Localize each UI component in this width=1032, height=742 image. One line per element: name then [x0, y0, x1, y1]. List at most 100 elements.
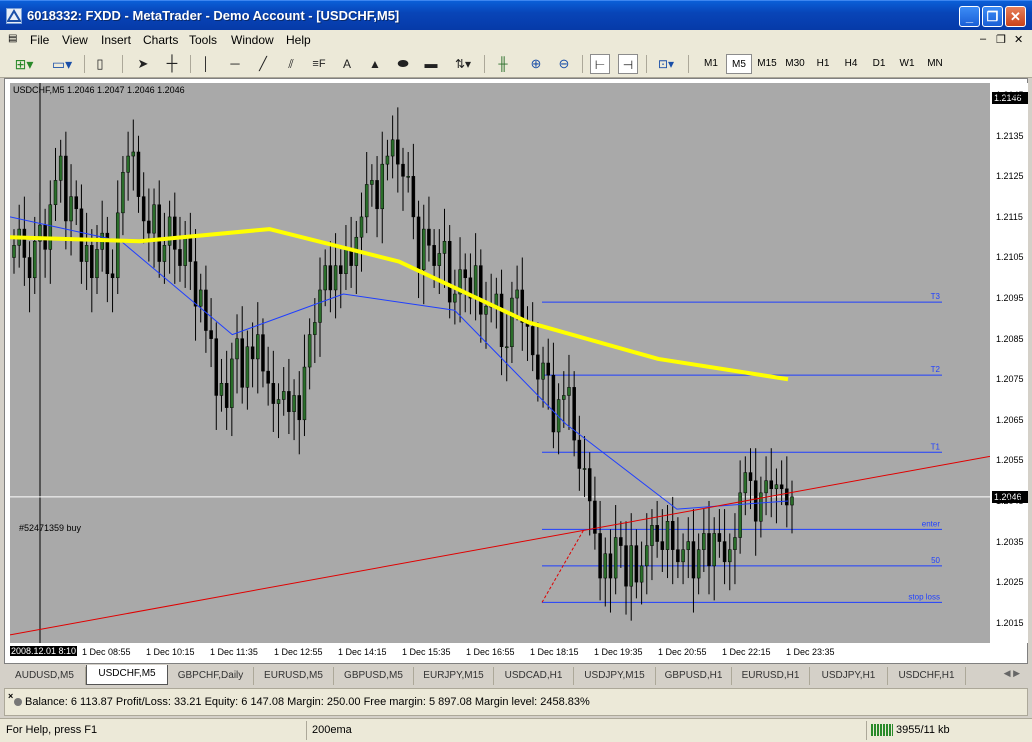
child-restore-icon[interactable]: ❐	[996, 33, 1006, 46]
tab-eurusd-m5[interactable]: EURUSD,M5	[254, 667, 334, 685]
candle-body	[188, 236, 193, 262]
menu-file[interactable]: File	[30, 33, 49, 47]
child-minimize-icon[interactable]: –	[980, 33, 986, 45]
cursor-icon[interactable]: ➤	[134, 54, 152, 74]
menu-tools[interactable]: Tools	[189, 33, 217, 47]
timeframe-h1[interactable]: H1	[810, 54, 836, 74]
timeframe-h4[interactable]: H4	[838, 54, 864, 74]
navigator-icon[interactable]: ▯	[90, 54, 110, 74]
close-button[interactable]: ✕	[1005, 6, 1026, 27]
candle-body	[48, 204, 53, 250]
indicators-icon[interactable]: ⊡▾	[652, 54, 680, 74]
ellipse-icon[interactable]: ⬬	[394, 54, 412, 74]
candle-body	[245, 346, 250, 388]
tab-scroll-arrows-icon[interactable]: ◀ ▶	[1004, 668, 1020, 679]
time-tick-label: 1 Dec 23:35	[786, 647, 835, 657]
metatrader-app-icon[interactable]	[6, 8, 22, 24]
bar-chart-icon[interactable]: ╫	[492, 54, 514, 74]
candle-body	[779, 484, 784, 490]
terminal-close-icon[interactable]: ×	[8, 691, 13, 701]
tab-eurjpy-m15[interactable]: EURJPY,M15	[414, 667, 494, 685]
candle-body	[261, 334, 265, 372]
rectangle-icon[interactable]: ▬	[422, 54, 440, 74]
document-icon[interactable]: ▤	[8, 33, 17, 44]
price-tick-label: 1.2015	[996, 617, 1024, 628]
level-label: T2	[931, 365, 941, 374]
time-axis[interactable]: 2008.12.01 8:10 1 Dec 08:55 1 Dec 10:15 1 …	[10, 643, 990, 663]
candle-body	[774, 484, 779, 490]
maximize-button[interactable]: ❐	[982, 6, 1003, 27]
candle-body	[645, 545, 649, 567]
arrows-icon[interactable]: ⇅▾	[450, 54, 476, 74]
candle-body	[769, 480, 774, 490]
candle-body	[748, 472, 753, 481]
chart-window[interactable]: T3 T2 T1 enter 50 stop loss USDCHF,M5 1.2046 …	[4, 78, 1028, 664]
price-chart[interactable]: T3 T2 T1 enter 50 stop loss	[10, 83, 990, 643]
status-profile[interactable]: 200ema	[312, 724, 352, 736]
horizontal-line-icon[interactable]: ─	[226, 54, 244, 74]
candle-body	[686, 541, 691, 550]
price-axis[interactable]: 1.2146 1.2046 1.2145 1.2135 1.2125 1.2115 1.…	[990, 83, 1028, 643]
tab-usdjpy-m15[interactable]: USDJPY,M15	[574, 667, 656, 685]
menu-charts[interactable]: Charts	[143, 33, 178, 47]
fibonacci-icon[interactable]: ≡F	[310, 54, 328, 74]
channel-icon[interactable]: ⫽	[282, 54, 300, 74]
timeframe-m30[interactable]: M30	[782, 54, 808, 74]
candle-body	[333, 265, 338, 291]
timeframe-mn[interactable]: MN	[922, 54, 948, 74]
candle-body	[759, 492, 763, 522]
timeframe-m15[interactable]: M15	[754, 54, 780, 74]
candle-body	[681, 549, 685, 563]
tab-usdjpy-h1[interactable]: USDJPY,H1	[810, 667, 888, 685]
candle-body	[598, 533, 602, 579]
candle-body	[717, 533, 722, 542]
profiles-icon[interactable]: ▭▾	[48, 54, 76, 74]
tab-gbpusd-m5[interactable]: GBPUSD,M5	[334, 667, 414, 685]
tab-usdchf-h1[interactable]: USDCHF,H1	[888, 667, 966, 685]
minimize-button[interactable]: _	[959, 6, 980, 27]
child-close-icon[interactable]: ✕	[1014, 33, 1023, 46]
menu-window[interactable]: Window	[231, 33, 274, 47]
text-icon[interactable]: A	[340, 54, 354, 74]
candle-body	[375, 180, 379, 210]
candle-body	[572, 387, 576, 441]
candle-body	[696, 549, 701, 579]
candle-body	[32, 241, 37, 279]
candle-body	[230, 358, 234, 408]
zoom-out-icon[interactable]: ⊖	[554, 54, 574, 74]
new-chart-icon[interactable]: ⊞▾	[10, 54, 38, 74]
candle-body	[562, 395, 566, 400]
menu-help[interactable]: Help	[286, 33, 311, 47]
timeframe-d1[interactable]: D1	[866, 54, 892, 74]
tab-usdcad-h1[interactable]: USDCAD,H1	[494, 667, 574, 685]
tab-audusd-m5[interactable]: AUDUSD,M5	[4, 667, 86, 685]
triangle-icon[interactable]: ▲	[366, 54, 384, 74]
timeframe-m5[interactable]: M5	[726, 54, 752, 74]
tab-usdchf-m5[interactable]: USDCHF,M5	[86, 665, 168, 685]
timeframe-m1[interactable]: M1	[698, 54, 724, 74]
candle-body	[546, 362, 550, 376]
candle-body	[453, 293, 457, 303]
candle-body	[53, 180, 58, 205]
crosshair-icon[interactable]: ┼	[162, 54, 182, 74]
menu-insert[interactable]: Insert	[101, 33, 131, 47]
timeframe-w1[interactable]: W1	[894, 54, 920, 74]
chart-shift-icon[interactable]: ⊣	[618, 54, 638, 74]
autoscroll-icon[interactable]: ⊢	[590, 54, 610, 74]
candle-body	[722, 541, 727, 563]
candle-body	[421, 228, 426, 270]
tab-eurusd-h1[interactable]: EURUSD,H1	[732, 667, 810, 685]
candle-body	[131, 151, 136, 157]
candle-body	[479, 265, 483, 315]
candle-body	[603, 553, 608, 579]
price-tick-label: 1.2145	[996, 90, 1024, 101]
menu-view[interactable]: View	[62, 33, 88, 47]
candle-body	[121, 172, 125, 214]
vertical-line-icon[interactable]: │	[198, 54, 214, 74]
tab-gbpchf-daily[interactable]: GBPCHF,Daily	[168, 667, 254, 685]
candle-body	[504, 346, 509, 349]
trendline-icon[interactable]: ╱	[254, 54, 272, 74]
zoom-in-icon[interactable]: ⊕	[526, 54, 546, 74]
tab-gbpusd-h1[interactable]: GBPUSD,H1	[656, 667, 732, 685]
candle-body	[764, 480, 768, 494]
